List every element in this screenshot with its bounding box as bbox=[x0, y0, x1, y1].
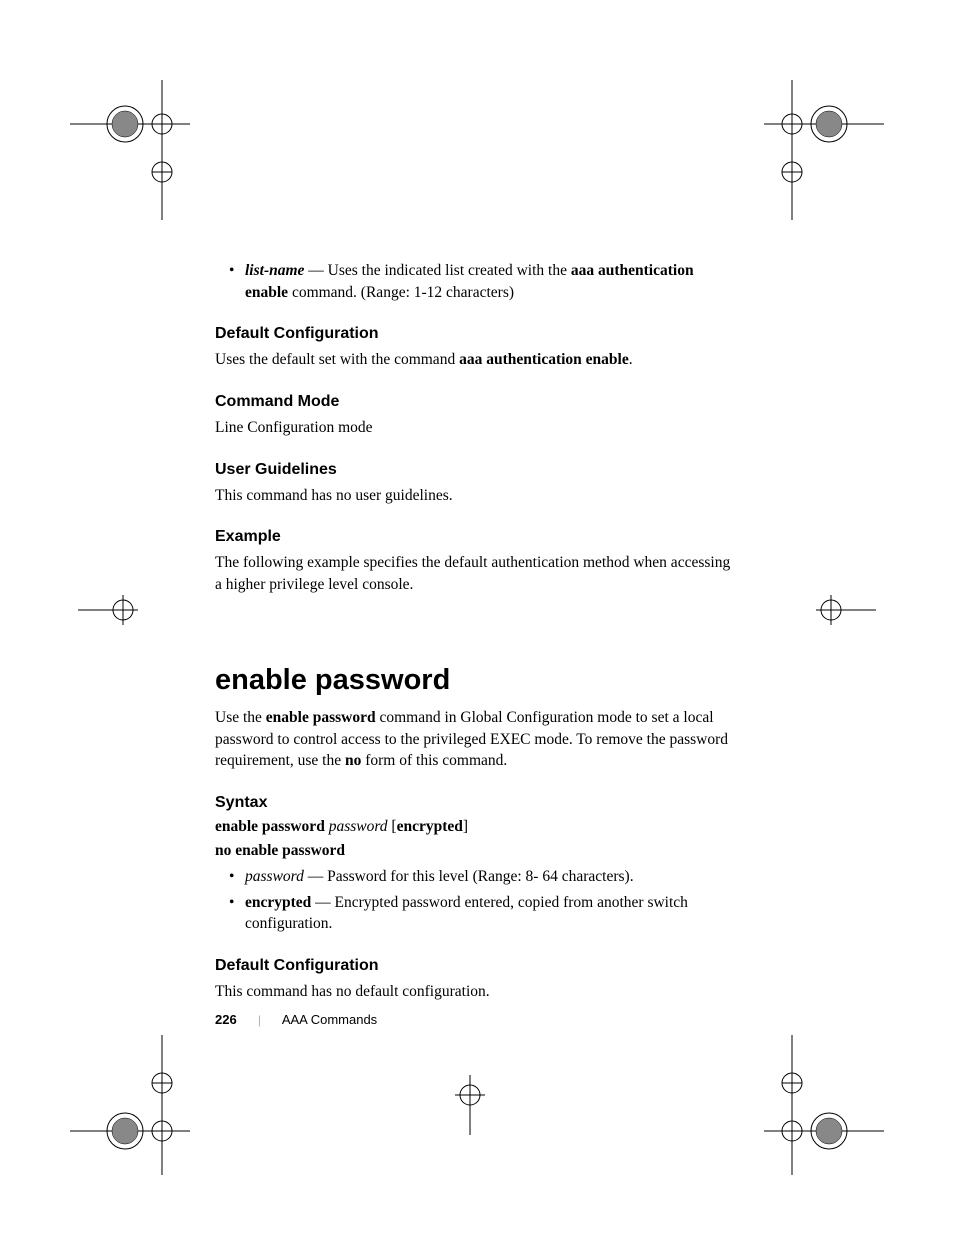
page-footer: 226 | AAA Commands bbox=[215, 1012, 377, 1028]
footer-section: AAA Commands bbox=[282, 1012, 377, 1027]
syntax-line-2: no enable password bbox=[215, 842, 735, 860]
crop-mark-top-right bbox=[764, 80, 884, 220]
bullet-list-name: list-name — Uses the indicated list crea… bbox=[245, 260, 735, 303]
crop-mark-mid-left bbox=[78, 590, 138, 630]
heading-enable-password: enable password bbox=[215, 664, 735, 697]
page-number: 226 bbox=[215, 1012, 237, 1027]
crop-mark-bottom-right bbox=[764, 1035, 884, 1175]
heading-default-config-1: Default Configuration bbox=[215, 325, 735, 343]
text-default-config-2: This command has no default configuratio… bbox=[215, 981, 735, 1003]
param-name: list-name bbox=[245, 262, 304, 279]
text-enable-password-desc: Use the enable password command in Globa… bbox=[215, 707, 735, 772]
heading-default-config-2: Default Configuration bbox=[215, 957, 735, 975]
text-default-config-1: Uses the default set with the command aa… bbox=[215, 349, 735, 371]
heading-command-mode: Command Mode bbox=[215, 393, 735, 411]
heading-example: Example bbox=[215, 528, 735, 546]
page-content: list-name — Uses the indicated list crea… bbox=[215, 260, 735, 1007]
crop-mark-bottom-left bbox=[70, 1035, 190, 1175]
heading-syntax: Syntax bbox=[215, 794, 735, 812]
crop-mark-top-left bbox=[70, 80, 190, 220]
bullet-password: password — Password for this level (Rang… bbox=[245, 866, 735, 888]
text-user-guidelines: This command has no user guidelines. bbox=[215, 485, 735, 507]
param-encrypted: encrypted bbox=[245, 894, 311, 911]
crop-mark-bottom-center bbox=[440, 1075, 500, 1135]
crop-mark-mid-right bbox=[816, 590, 876, 630]
param-password: password bbox=[245, 868, 304, 885]
heading-user-guidelines: User Guidelines bbox=[215, 461, 735, 479]
bullet-encrypted: encrypted — Encrypted password entered, … bbox=[245, 892, 735, 935]
syntax-line-1: enable password password [encrypted] bbox=[215, 818, 735, 836]
text-command-mode: Line Configuration mode bbox=[215, 417, 735, 439]
footer-separator: | bbox=[258, 1012, 261, 1027]
text-example: The following example specifies the defa… bbox=[215, 552, 735, 595]
